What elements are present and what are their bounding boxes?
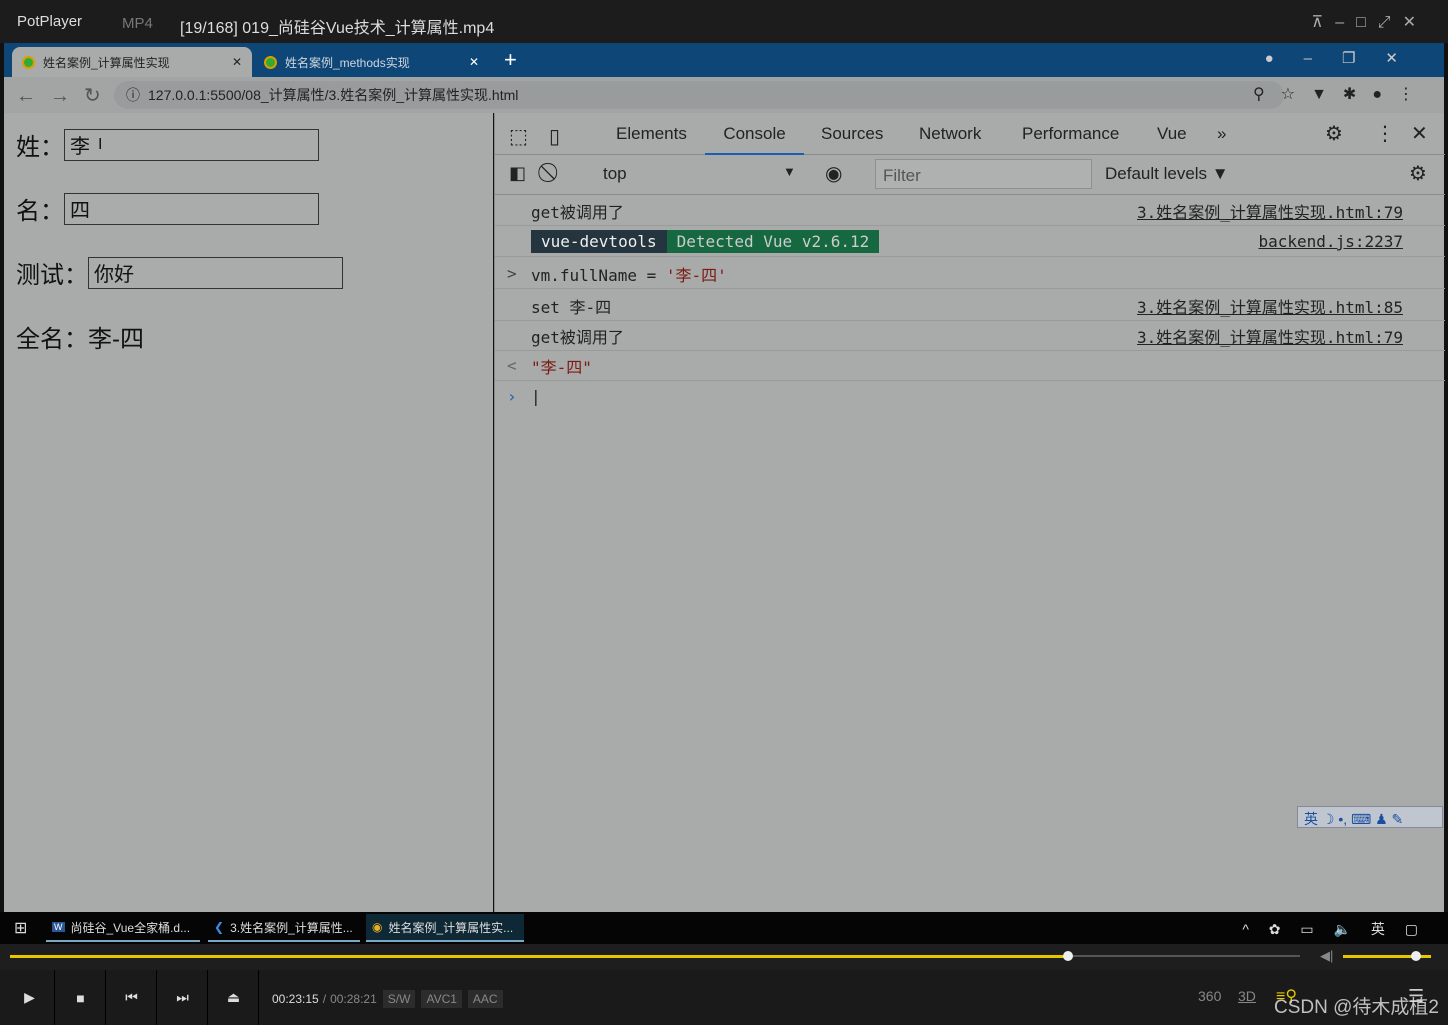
source-link[interactable]: 3.姓名案例_计算属性实现.html:79 <box>1137 199 1403 223</box>
window-controls[interactable]: ●‒❐✕ <box>1265 49 1428 67</box>
test-input[interactable]: 你好 <box>88 256 343 289</box>
settings-icon[interactable]: ⚙ <box>1325 121 1343 146</box>
system-tray[interactable]: ^ ✿ ▭ 🔈 英 ▢ <box>1242 919 1426 939</box>
player-controls: ▶ ■ ⏮ ⏭ ⏏ 00:23:15/00:28:21 S/W AVC1 AAC 3… <box>0 970 1448 1025</box>
sidebar-toggle-icon[interactable]: ◧ <box>509 163 526 184</box>
format: MP4 <box>122 15 153 32</box>
page-content: 姓：李 I 名：四 测试： 你好 全名： 李-四 <box>4 113 493 912</box>
tab-performance[interactable]: Performance <box>1022 124 1119 144</box>
player-titlebar: PotPlayer MP4 [19/168] 019_尚硅谷Vue技术_计算属性… <box>0 0 1448 43</box>
devtools: ⬚ ▯ Elements Console Sources Network Per… <box>494 113 1445 912</box>
taskbar-item-word[interactable]: W 尚硅谷_Vue全家桶.d... <box>46 914 200 942</box>
vue-icon <box>264 55 277 69</box>
play-icon[interactable]: ▶ <box>5 970 55 1025</box>
inspect-icon[interactable]: ⬚ <box>509 124 528 149</box>
taskbar-item-chrome[interactable]: ◉ 姓名案例_计算属性实... <box>366 914 524 942</box>
address-bar: ←→↻ ⓘ 127.0.0.1:5500/08_计算属性/3.姓名案例_计算属性实… <box>4 77 1444 113</box>
tab-label: 姓名案例_计算属性实现 <box>43 55 170 70</box>
levels-select[interactable]: Default levels ▼ <box>1105 164 1229 184</box>
new-tab-icon[interactable]: + <box>504 47 517 73</box>
first-name-label: 名： <box>16 198 64 225</box>
close-icon[interactable]: ✕ <box>1411 121 1428 146</box>
nav-icons[interactable]: ←→↻ <box>16 83 115 108</box>
ime-toolbar[interactable]: 英 ☽ •, ⌨ ♟ ✎ <box>1297 806 1443 828</box>
tab-console[interactable]: Console <box>705 124 804 155</box>
seek-handle[interactable] <box>1062 951 1073 961</box>
device-icon[interactable]: ▯ <box>549 124 560 149</box>
tab-computed[interactable]: 姓名案例_计算属性实现 ✕ <box>12 47 252 77</box>
console-line: get被调用了 3.姓名案例_计算属性实现.html:79 <box>495 321 1445 351</box>
more-icon[interactable]: ⋮ <box>1375 121 1395 146</box>
vue-icon <box>22 55 35 69</box>
tab-sources[interactable]: Sources <box>821 124 883 144</box>
eye-icon[interactable]: ◉ <box>825 161 842 186</box>
test-label: 测试： <box>16 262 88 289</box>
time-display: 00:23:15/00:28:21 S/W AVC1 AAC <box>272 990 503 1008</box>
tab-network[interactable]: Network <box>919 124 981 144</box>
watermark: CSDN @待木成植2 <box>1274 997 1439 1018</box>
url-field[interactable]: ⓘ 127.0.0.1:5500/08_计算属性/3.姓名案例_计算属性实现.ht… <box>114 81 1284 109</box>
close-icon[interactable]: ✕ <box>469 55 479 69</box>
file-title: [19/168] 019_尚硅谷Vue技术_计算属性.mp4 <box>180 20 495 37</box>
seek-bar[interactable]: ◀| <box>0 944 1448 970</box>
full-name-label: 全名： <box>16 326 88 353</box>
window-controls[interactable]: ⊼‒□⤢✕ <box>1312 12 1428 32</box>
stop-icon[interactable]: ■ <box>56 970 106 1025</box>
tab-vue[interactable]: Vue <box>1157 124 1187 144</box>
context-select[interactable]: top <box>603 164 627 184</box>
chevron-down-icon[interactable]: ▼ <box>783 164 796 179</box>
taskbar-item-vscode[interactable]: ❮ 3.姓名案例_计算属性... <box>208 914 360 942</box>
previous-icon[interactable]: ⏮ <box>107 970 157 1025</box>
more-tabs-icon[interactable]: » <box>1217 124 1226 144</box>
full-name-value: 李-四 <box>88 326 144 353</box>
settings-icon[interactable]: ⚙ <box>1409 161 1427 186</box>
console-line: set 李-四 3.姓名案例_计算属性实现.html:85 <box>495 291 1445 321</box>
windows-taskbar: ⊞ W 尚硅谷_Vue全家桶.d... ❮ 3.姓名案例_计算属性... ◉ 姓名案例… <box>0 912 1448 944</box>
toolbar-icons[interactable]: ⚲☆▼✱●⋮ <box>1253 84 1430 104</box>
console-line: < "李-四" <box>495 351 1445 381</box>
volume-icon[interactable]: ◀| <box>1320 948 1333 964</box>
last-name-input[interactable]: 李I <box>64 128 319 161</box>
3d-icon[interactable]: 3D <box>1238 988 1256 1004</box>
tab-methods[interactable]: 姓名案例_methods实现 ✕ <box>254 47 489 77</box>
close-icon[interactable]: ✕ <box>232 55 242 69</box>
tab-elements[interactable]: Elements <box>616 124 687 144</box>
360-icon[interactable]: 360 <box>1198 988 1221 1004</box>
app-name[interactable]: PotPlayer <box>17 13 82 30</box>
console-line: > vm.fullName = '李-四' <box>495 259 1445 289</box>
console-prompt[interactable]: › | <box>495 381 1445 411</box>
filter-input[interactable]: Filter <box>875 159 1092 189</box>
info-icon: ⓘ <box>126 87 140 103</box>
source-link[interactable]: 3.姓名案例_计算属性实现.html:85 <box>1137 294 1403 318</box>
console-line: get被调用了 3.姓名案例_计算属性实现.html:79 <box>495 196 1445 226</box>
source-link[interactable]: 3.姓名案例_计算属性实现.html:79 <box>1137 324 1403 348</box>
last-name-label: 姓： <box>16 134 64 161</box>
tab-label: 姓名案例_methods实现 <box>285 55 410 70</box>
first-name-input[interactable]: 四 <box>64 192 319 225</box>
browser-tabstrip: 姓名案例_计算属性实现 ✕ 姓名案例_methods实现 ✕ + ●‒❐✕ <box>4 43 1444 77</box>
windows-start-icon[interactable]: ⊞ <box>14 918 27 938</box>
url-text: 127.0.0.1:5500/08_计算属性/3.姓名案例_计算属性实现.htm… <box>148 87 519 103</box>
eject-icon[interactable]: ⏏ <box>209 970 259 1025</box>
next-icon[interactable]: ⏭ <box>158 970 208 1025</box>
volume-handle[interactable] <box>1411 951 1421 961</box>
console-line: vue-devtools Detected Vue v2.6.12 backend.… <box>495 227 1445 257</box>
source-link[interactable]: backend.js:2237 <box>1259 232 1404 251</box>
